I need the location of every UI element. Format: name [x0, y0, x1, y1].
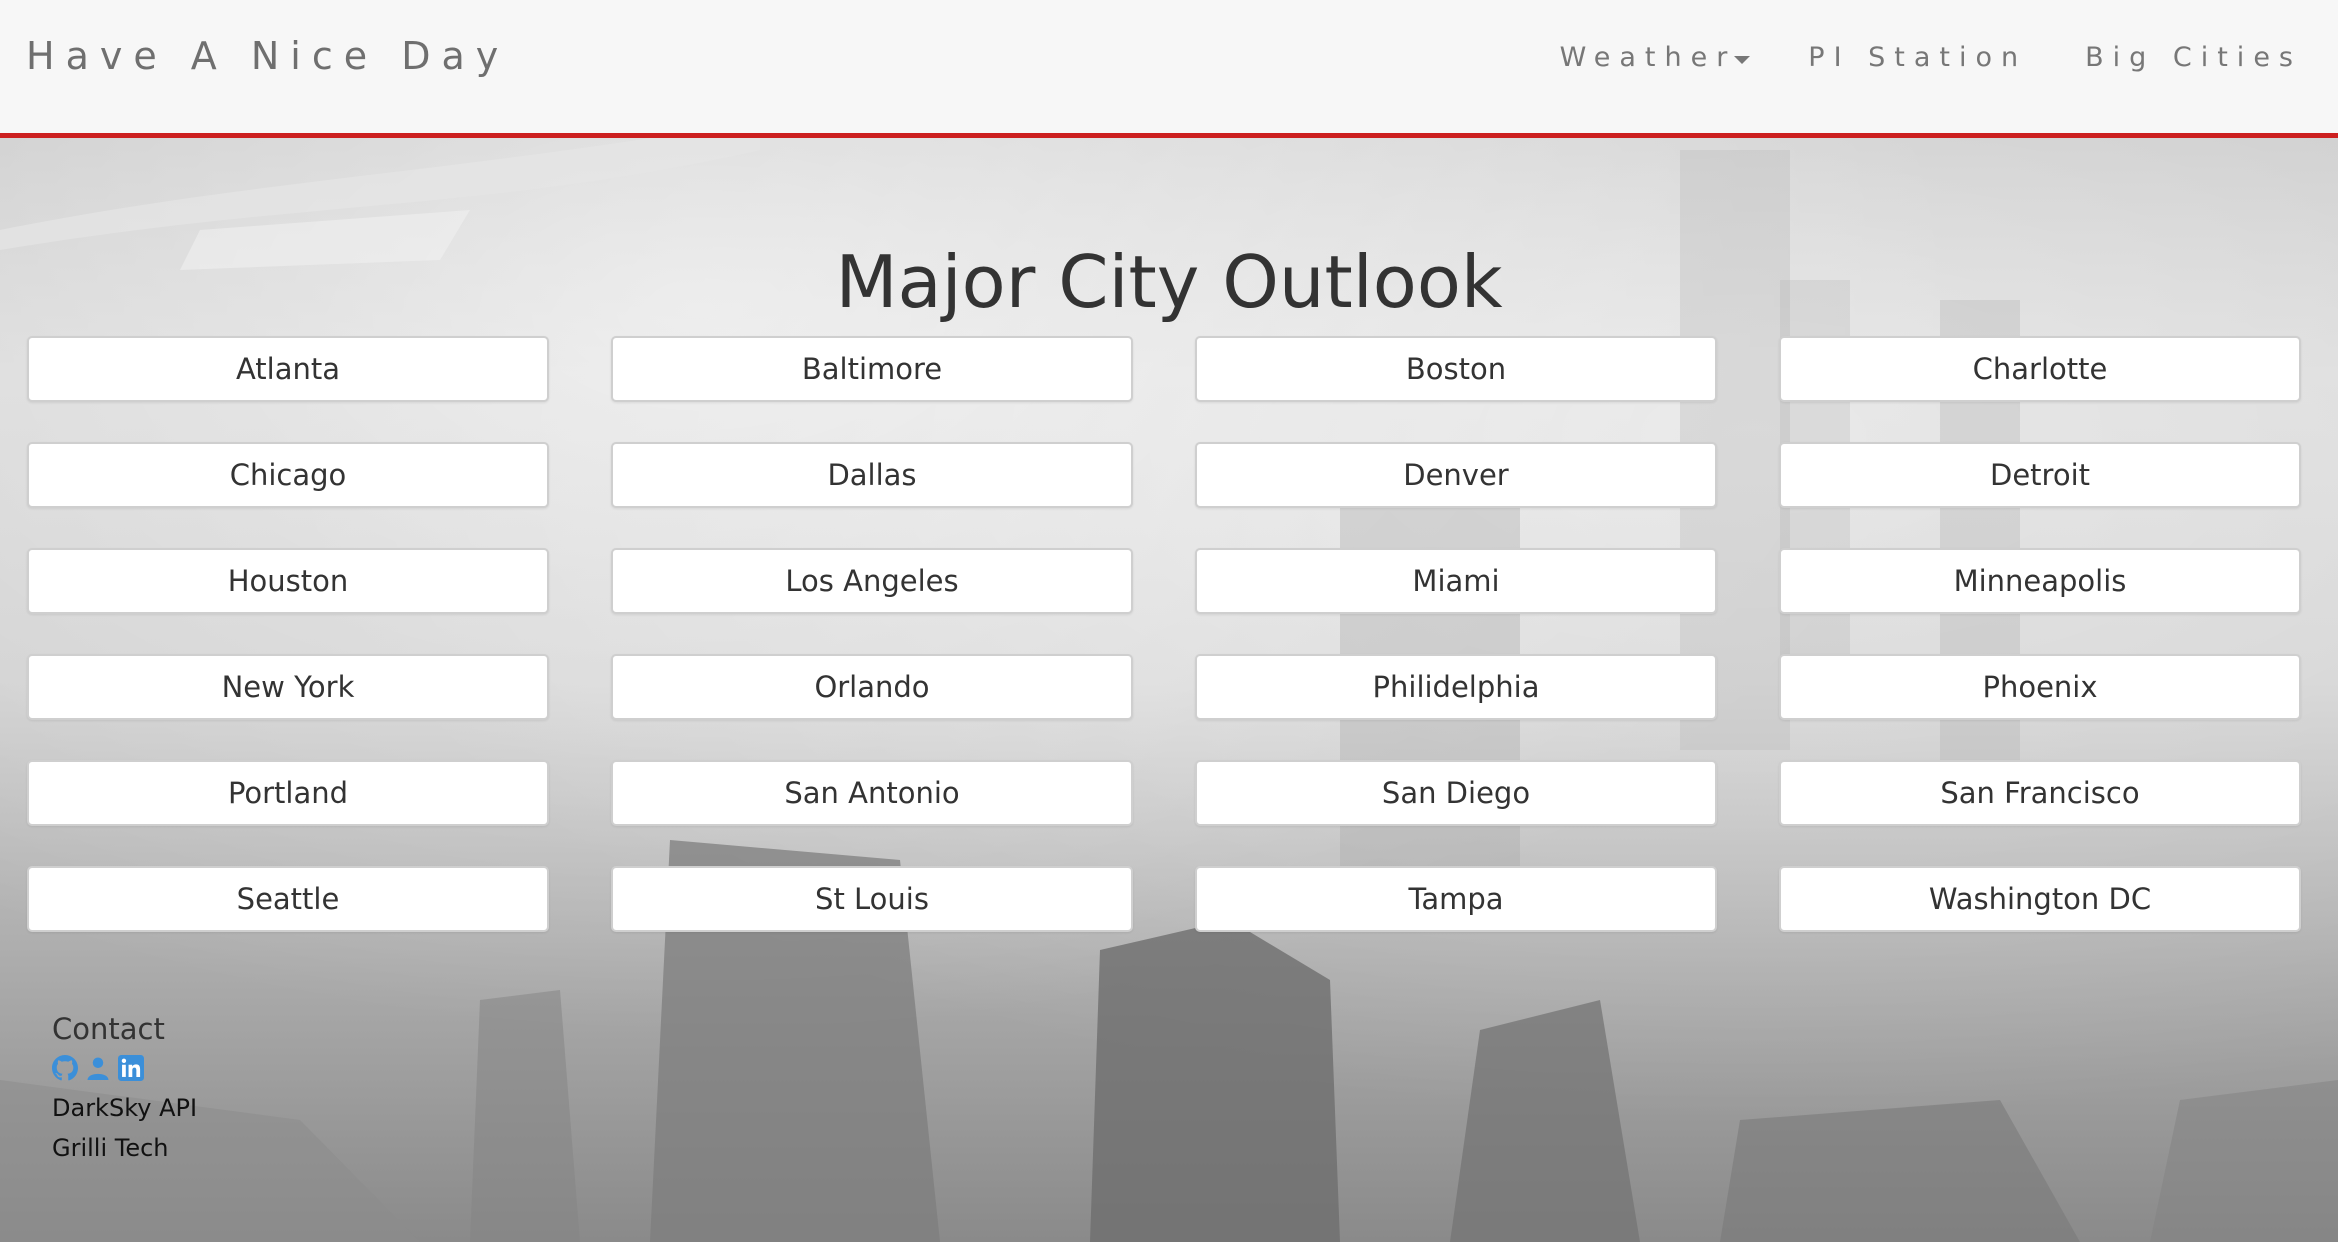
page-title: Major City Outlook [835, 240, 1503, 325]
city-button-grid: Atlanta Baltimore Boston Charlotte Chica… [27, 336, 2307, 932]
city-button[interactable]: Houston [27, 548, 549, 614]
city-button[interactable]: Portland [27, 760, 549, 826]
nav-big-cities[interactable]: Big Cities [2085, 42, 2302, 73]
contact-icons [52, 1054, 197, 1082]
city-button[interactable]: Phoenix [1779, 654, 2301, 720]
user-icon[interactable] [86, 1055, 110, 1081]
grilli-tech-link[interactable]: Grilli Tech [52, 1134, 197, 1162]
city-button[interactable]: San Antonio [611, 760, 1133, 826]
nav-pi-station[interactable]: PI Station [1808, 42, 2027, 73]
city-button[interactable]: St Louis [611, 866, 1133, 932]
nav-pi-station-label: PI Station [1808, 42, 2028, 73]
navbar: Have A Nice Day Weather PI Station Big C… [0, 0, 2338, 138]
city-button[interactable]: Atlanta [27, 336, 549, 402]
city-button[interactable]: Los Angeles [611, 548, 1133, 614]
city-button[interactable]: Seattle [27, 866, 549, 932]
darksky-api-link[interactable]: DarkSky API [52, 1094, 197, 1122]
nav-weather-label: Weather [1559, 42, 1737, 73]
city-button[interactable]: San Francisco [1779, 760, 2301, 826]
contact-section: Contact DarkSky API Grilli Tech [52, 1012, 197, 1162]
city-button[interactable]: Baltimore [611, 336, 1133, 402]
city-button[interactable]: Dallas [611, 442, 1133, 508]
nav-big-cities-label: Big Cities [2085, 42, 2302, 73]
github-icon[interactable] [52, 1055, 78, 1081]
caret-down-icon [1734, 55, 1751, 64]
city-button[interactable]: Chicago [27, 442, 549, 508]
city-button[interactable]: Detroit [1779, 442, 2301, 508]
city-button[interactable]: Boston [1195, 336, 1717, 402]
city-button[interactable]: Orlando [611, 654, 1133, 720]
city-button[interactable]: Charlotte [1779, 336, 2301, 402]
nav-items: Weather PI Station Big Cities [1502, 42, 2302, 73]
city-button[interactable]: New York [27, 654, 549, 720]
linkedin-icon[interactable] [118, 1055, 144, 1081]
city-button[interactable]: Tampa [1195, 866, 1717, 932]
city-button[interactable]: Miami [1195, 548, 1717, 614]
contact-title: Contact [52, 1012, 165, 1046]
city-button[interactable]: Minneapolis [1779, 548, 2301, 614]
city-button[interactable]: Washington DC [1779, 866, 2301, 932]
city-button[interactable]: San Diego [1195, 760, 1717, 826]
brand-title[interactable]: Have A Nice Day [26, 34, 509, 78]
nav-weather-dropdown[interactable]: Weather [1560, 42, 1751, 73]
city-button[interactable]: Philidelphia [1195, 654, 1717, 720]
city-button[interactable]: Denver [1195, 442, 1717, 508]
